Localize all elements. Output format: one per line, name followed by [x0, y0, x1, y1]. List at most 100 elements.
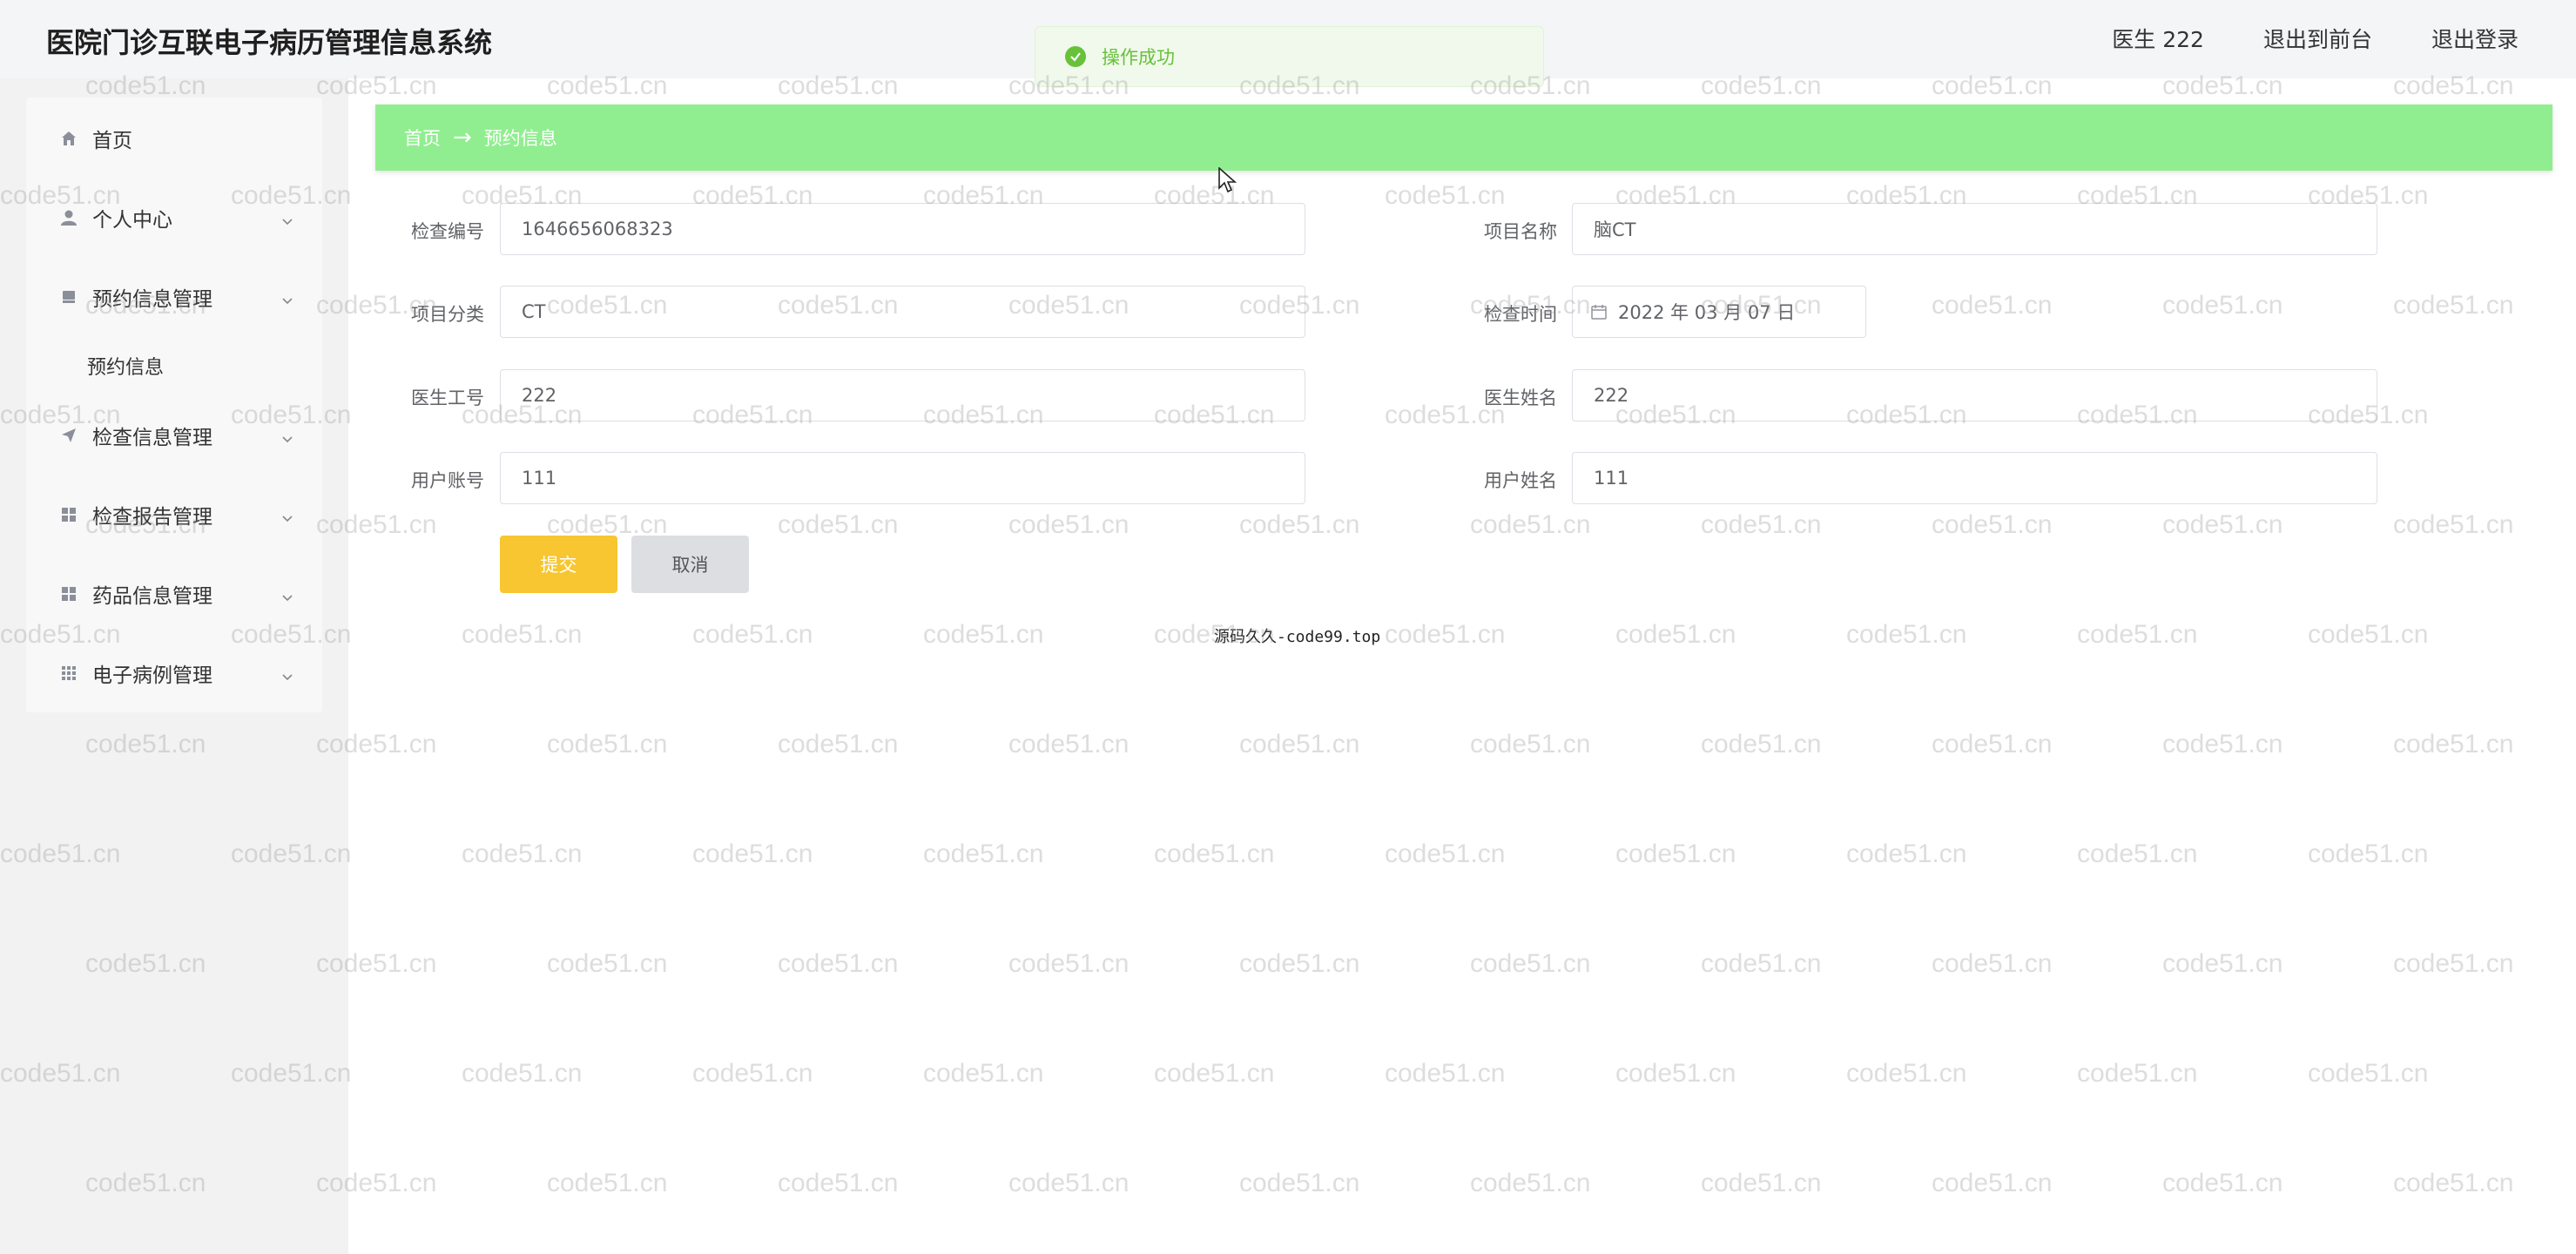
watermark-text: code51.cn: [1008, 1169, 1130, 1197]
watermark-text: code51.cn: [2393, 949, 2514, 978]
watermark-text: code51.cn: [1615, 839, 1736, 868]
user-account-label: 用户账号: [411, 470, 484, 491]
exam-number-label: 检查编号: [411, 221, 484, 242]
watermark-text: code51.cn: [2393, 730, 2514, 758]
watermark-text: code51.cn: [2393, 510, 2514, 539]
watermark-text: code51.cn: [692, 1059, 813, 1088]
watermark-text: code51.cn: [692, 620, 813, 649]
watermark-text: code51.cn: [2308, 839, 2429, 868]
watermark-text: code51.cn: [462, 1059, 583, 1088]
breadcrumb: 首页 → 预约信息: [375, 104, 2552, 171]
sidebar-item-drug-management[interactable]: 药品信息管理: [26, 568, 322, 620]
sidebar-subitem-appointment-info[interactable]: 预约信息: [26, 341, 322, 390]
user-name-field[interactable]: 111: [1572, 452, 2377, 504]
submit-button[interactable]: 提交: [500, 536, 617, 593]
watermark-text: code51.cn: [1701, 1169, 1822, 1197]
watermark-text: code51.cn: [2393, 1169, 2514, 1197]
doctor-name-label: 医生姓名: [1484, 388, 1557, 408]
watermark-text: code51.cn: [1932, 730, 2053, 758]
watermark-text: code51.cn: [2308, 1059, 2429, 1088]
sidebar-menu: 首页 个人中心 预约信息管理 预约信息 检查信息管理 检查报告管理 药品信息管理…: [26, 98, 322, 712]
sidebar-item-label: 电子病例管理: [92, 664, 212, 687]
exam-number-field[interactable]: 1646656068323: [500, 203, 1305, 255]
app-title: 医院门诊互联电子病历管理信息系统: [46, 26, 493, 59]
watermark-text: code51.cn: [1932, 291, 2053, 320]
breadcrumb-home[interactable]: 首页: [404, 125, 441, 151]
watermark-text: code51.cn: [1846, 620, 1967, 649]
watermark-text: code51.cn: [1154, 839, 1275, 868]
chevron-down-icon: [280, 666, 294, 681]
watermark-text: code51.cn: [1470, 949, 1591, 978]
watermark-text: code51.cn: [2162, 1169, 2283, 1197]
sidebar-item-label: 预约信息管理: [92, 288, 212, 311]
watermark-text: code51.cn: [1008, 730, 1130, 758]
breadcrumb-separator: →: [453, 125, 472, 151]
sidebar-item-label: 药品信息管理: [92, 585, 212, 608]
watermark-text: code51.cn: [1615, 1059, 1736, 1088]
back-to-front-link[interactable]: 退出到前台: [2263, 23, 2372, 54]
sidebar-item-appointment-management[interactable]: 预约信息管理: [26, 271, 322, 323]
watermark-text: code51.cn: [2077, 839, 2198, 868]
watermark-text: code51.cn: [547, 1169, 668, 1197]
watermark-text: code51.cn: [2162, 730, 2283, 758]
chevron-down-icon: [280, 587, 294, 602]
watermark-text: code51.cn: [1846, 839, 1967, 868]
watermark-text: code51.cn: [1239, 1169, 1360, 1197]
watermark-text: code51.cn: [1470, 730, 1591, 758]
watermark-text: code51.cn: [1008, 949, 1130, 978]
watermark-text: code51.cn: [778, 510, 899, 539]
watermark-text: code51.cn: [1932, 510, 2053, 539]
user-name-label: 用户姓名: [1484, 470, 1557, 491]
watermark-text: code51.cn: [1385, 620, 1506, 649]
doctor-id-field[interactable]: 222: [500, 369, 1305, 421]
toast-message: 操作成功: [1102, 47, 1175, 68]
watermark-text: code51.cn: [923, 839, 1044, 868]
success-check-icon: [1065, 46, 1086, 67]
sidebar-item-label: 检查报告管理: [92, 506, 212, 529]
sidebar-item-exam-management[interactable]: 检查信息管理: [26, 409, 322, 462]
watermark-text: code51.cn: [462, 620, 583, 649]
sidebar-item-personal-center[interactable]: 个人中心: [26, 192, 322, 244]
watermark-text: code51.cn: [462, 839, 583, 868]
watermark-text: code51.cn: [2162, 291, 2283, 320]
sidebar-item-report-management[interactable]: 检查报告管理: [26, 489, 322, 541]
watermark-text: code51.cn: [1932, 949, 2053, 978]
user-icon: [59, 208, 78, 227]
apps-icon: [59, 664, 78, 683]
project-category-field[interactable]: CT: [500, 286, 1305, 338]
watermark-text: code51.cn: [1385, 839, 1506, 868]
watermark-text: code51.cn: [923, 620, 1044, 649]
watermark-text: code51.cn: [547, 949, 668, 978]
user-account-field[interactable]: 111: [500, 452, 1305, 504]
sidebar-item-home[interactable]: 首页: [26, 112, 322, 165]
watermark-text: code51.cn: [2077, 620, 2198, 649]
calendar-icon: [1590, 303, 1608, 320]
watermark-text: code51.cn: [692, 839, 813, 868]
home-icon: [59, 129, 78, 148]
send-icon: [59, 426, 78, 445]
project-name-field[interactable]: 脑CT: [1572, 203, 2377, 255]
watermark-text: code51.cn: [1239, 510, 1360, 539]
doctor-name-field[interactable]: 222: [1572, 369, 2377, 421]
breadcrumb-current: 预约信息: [483, 128, 557, 149]
logout-link[interactable]: 退出登录: [2431, 23, 2519, 54]
chevron-down-icon: [280, 211, 294, 226]
bookmark-icon: [59, 287, 78, 307]
watermark-text: code51.cn: [2077, 1059, 2198, 1088]
sidebar-item-label: 检查信息管理: [92, 427, 212, 449]
exam-time-datepicker[interactable]: 2022 年 03 月 07 日: [1572, 286, 1866, 338]
watermark-text: code51.cn: [1701, 510, 1822, 539]
watermark-text: code51.cn: [923, 1059, 1044, 1088]
cancel-button[interactable]: 取消: [631, 536, 749, 593]
sidebar-item-medical-record-management[interactable]: 电子病例管理: [26, 647, 322, 699]
watermark-text: code51.cn: [1385, 1059, 1506, 1088]
watermark-text: code51.cn: [1701, 730, 1822, 758]
project-category-label: 项目分类: [411, 304, 484, 325]
sidebar-item-label: 首页: [92, 130, 132, 152]
watermark-text: code51.cn: [1008, 510, 1130, 539]
sidebar-subitem-label: 预约信息: [87, 357, 165, 379]
watermark-text: code51.cn: [547, 730, 668, 758]
grid-icon: [59, 505, 78, 524]
exam-time-value: 2022 年 03 月 07 日: [1618, 302, 1796, 323]
header-actions: 医生 222 退出到前台 退出登录: [2112, 23, 2519, 54]
